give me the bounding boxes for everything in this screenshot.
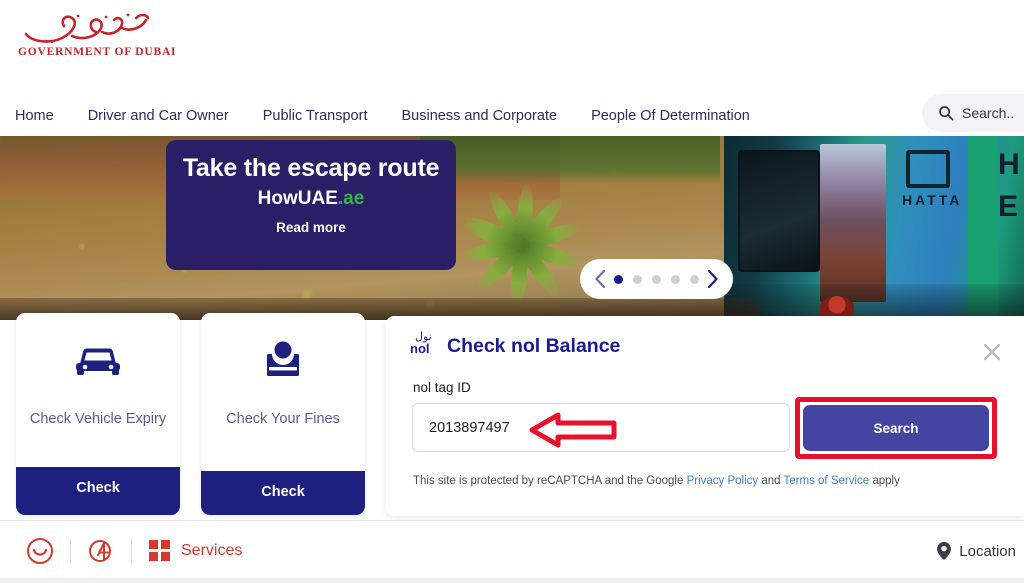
- nav-item-driver-and-car-owner[interactable]: Driver and Car Owner: [88, 108, 229, 124]
- bus-lower-shadow: [724, 284, 1024, 320]
- recaptcha-text-middle: and: [758, 475, 784, 487]
- nol-tag-id-input-wrap[interactable]: [412, 403, 790, 452]
- bottom-toolbar: Services Location: [0, 520, 1024, 583]
- banner-brand-main: HowUAE: [257, 188, 338, 209]
- hatta-bus-photo: HATTA HE: [724, 136, 1024, 320]
- card-label-check-vehicle-expiry: Check Vehicle Expiry: [29, 411, 167, 427]
- privacy-policy-link[interactable]: Privacy Policy: [687, 475, 759, 487]
- modal-header: نول nol Check nol Balance: [386, 316, 1024, 360]
- close-icon[interactable]: [982, 342, 1002, 362]
- banner-brand: HowUAE.ae: [166, 188, 456, 210]
- hero-carousel: HATTA HE: [0, 136, 1024, 320]
- dubai-arabic-calligraphy-icon: [24, 13, 150, 44]
- carousel-dots: [614, 274, 699, 284]
- carousel-controls: [580, 259, 733, 299]
- carousel-dot-1[interactable]: [614, 274, 623, 284]
- bus-window: [738, 150, 820, 272]
- terms-of-service-link[interactable]: Terms of Service: [784, 475, 870, 487]
- government-of-dubai-logo[interactable]: GOVERNMENT OF DUBAI: [16, 8, 176, 66]
- happiness-meter-icon: [27, 538, 53, 564]
- nol-search-button[interactable]: Search: [803, 405, 989, 451]
- recaptcha-disclaimer: This site is protected by reCAPTCHA and …: [413, 475, 900, 487]
- nol-logo-latin: nol: [410, 341, 430, 356]
- recaptcha-text-after: apply: [869, 475, 900, 487]
- car-icon: [76, 348, 120, 375]
- accessibility-icon: [89, 540, 111, 562]
- location-label: Location: [959, 542, 1016, 560]
- services-label: Services: [181, 542, 243, 559]
- carousel-dot-5[interactable]: [690, 274, 699, 284]
- nav-item-business-and-corporate[interactable]: Business and Corporate: [401, 108, 557, 124]
- map-pin-icon: [937, 542, 952, 560]
- nav-item-people-of-determination[interactable]: People Of Determination: [591, 108, 750, 124]
- hero-promo-banner[interactable]: Take the escape route HowUAE.ae Read mor…: [166, 140, 456, 270]
- carousel-dot-2[interactable]: [633, 274, 642, 284]
- hero-foliage: [420, 136, 720, 184]
- horizontal-scrollbar[interactable]: [0, 578, 1024, 583]
- main-navigation: Home Driver and Car Owner Public Transpo…: [0, 96, 1024, 136]
- toolbar-divider-2: [131, 539, 132, 563]
- header-search-label: Search..: [962, 105, 1015, 121]
- location-button[interactable]: Location: [936, 541, 1016, 561]
- nav-item-home[interactable]: Home: [15, 108, 54, 124]
- palm-crown-icon: [459, 182, 584, 308]
- search-icon: [939, 106, 954, 121]
- card-button-check-vehicle-expiry[interactable]: Check: [16, 467, 180, 515]
- card-label-check-your-fines: Check Your Fines: [226, 411, 340, 427]
- accessibility-button[interactable]: [87, 537, 115, 565]
- site-header: GOVERNMENT OF DUBAI Home Driver and Car …: [0, 0, 1024, 136]
- bus-mountain-graphic: [820, 144, 886, 302]
- carousel-dot-3[interactable]: [652, 274, 661, 284]
- services-button[interactable]: Services: [148, 539, 242, 563]
- banner-title: Take the escape route: [182, 154, 440, 182]
- toolbar-divider-1: [70, 539, 71, 563]
- grid-icon: [149, 540, 170, 561]
- happiness-meter-button[interactable]: [26, 537, 54, 565]
- banner-brand-tld: .ae: [337, 188, 365, 209]
- nol-tag-id-input[interactable]: [427, 418, 757, 437]
- nol-tag-id-label: nol tag ID: [413, 380, 471, 395]
- fines-person-icon: [267, 341, 299, 376]
- card-button-check-your-fines[interactable]: Check: [201, 471, 365, 515]
- chevron-right-icon[interactable]: [706, 269, 719, 289]
- card-check-your-fines[interactable]: Check Your Fines Check: [201, 313, 365, 515]
- bus-side-letters: HE: [998, 148, 1020, 223]
- carousel-dot-4[interactable]: [671, 274, 680, 284]
- modal-title: Check nol Balance: [447, 334, 621, 357]
- bottom-toolbar-left: Services: [26, 533, 242, 569]
- nol-logo-icon: نول nol: [408, 331, 438, 360]
- header-search-box[interactable]: Search..: [922, 94, 1024, 132]
- bus-hatta-text: HATTA: [902, 192, 963, 208]
- nav-item-public-transport[interactable]: Public Transport: [263, 108, 368, 124]
- card-icon-wrap: [16, 313, 180, 409]
- logo-latin-text: GOVERNMENT OF DUBAI: [18, 46, 177, 58]
- recaptcha-text-before: This site is protected by reCAPTCHA and …: [413, 475, 687, 487]
- card-icon-wrap: [201, 313, 365, 409]
- banner-read-more-link[interactable]: Read more: [166, 220, 456, 235]
- bus-wheel: [820, 296, 854, 318]
- card-check-vehicle-expiry[interactable]: Check Vehicle Expiry Check: [16, 313, 180, 515]
- chevron-left-icon[interactable]: [594, 269, 607, 289]
- bus-logo-icon: [906, 150, 950, 188]
